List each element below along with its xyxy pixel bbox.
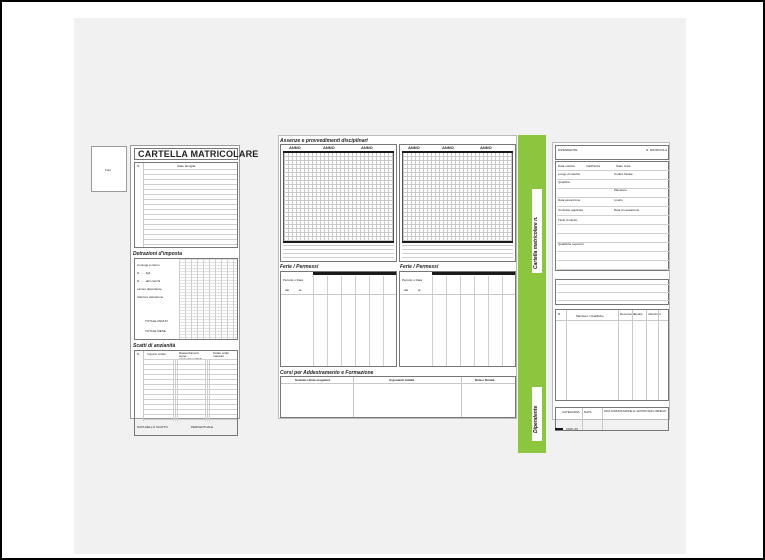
deduction-row: Ulteriore detrazione	[137, 295, 164, 299]
period-label: Periodo o Data	[402, 278, 423, 282]
seniority-col: Importo scatto	[147, 352, 167, 356]
total-annual: TOTALE ANNUO	[145, 319, 168, 323]
spine-label-top: Cartella matricolare n.	[533, 216, 539, 269]
photo-placeholder: Foto	[91, 146, 127, 192]
product-photo-background: Foto CARTELLA MATRICOLARE N. Stato famig…	[74, 18, 686, 554]
year-label: ANNO	[442, 145, 454, 150]
courses-table: Società o Ente erogatore Argomenti tratt…	[280, 376, 516, 418]
personal-label: Stato civile	[616, 164, 631, 168]
employee-box: DIPENDENTE N. MATRICOLA	[555, 145, 669, 160]
tasks-col: Livello	[634, 312, 643, 316]
leave-title-right: Ferie / Permessi	[400, 264, 439, 270]
photo-label: Foto	[105, 168, 112, 172]
green-spine: Cartella matricolare n. Dipendente	[518, 135, 546, 453]
courses-col: Argomenti trattati	[389, 378, 415, 382]
tasks-table: N. Mansioni / Qualifiche Decorrenza Live…	[555, 309, 669, 401]
family-col-label: Stato famiglia	[177, 164, 196, 168]
absence-grid-left: ANNO ANNO ANNO	[280, 144, 397, 262]
year-label: ANNO	[361, 145, 373, 150]
to-label: al	[299, 288, 302, 292]
contract-box	[555, 279, 669, 305]
deduction-row: Coniuge a carico	[137, 263, 160, 267]
left-sheet: CARTELLA MATRICOLARE N. Stato famiglia D…	[130, 145, 258, 436]
family-col-n: N.	[137, 164, 140, 168]
leave-table-right: Periodo o Data dal al	[399, 271, 516, 367]
deductions-title: Detrazioni d'imposta	[133, 251, 182, 257]
leave-table-left: Periodo o Data dal al	[280, 271, 397, 367]
employee-field: DIPENDENTE	[558, 148, 578, 152]
number-field: N. MATRICOLA	[646, 148, 668, 152]
year-label: ANNO	[408, 145, 420, 150]
tasks-col: Variazioni	[648, 312, 661, 316]
seniority-table: N. Importo scatto Riassorbimenti super-m…	[134, 350, 238, 436]
seniority-col: Totale scatti maturati	[213, 351, 229, 358]
spine-label-bottom: Dipendente	[533, 405, 539, 433]
deductions-table: Coniuge a carico N. ..... figli N. .....…	[134, 258, 238, 340]
percentage: PERCENTUALE	[191, 425, 214, 429]
courses-col: Società o Ente erogatore	[295, 378, 331, 382]
from-label: dal	[404, 288, 409, 292]
seniority-col: N.	[137, 352, 140, 356]
personal-label: Data nascita	[558, 164, 575, 168]
year-label: ANNO	[323, 145, 335, 150]
step-date: DATA DELLO SCATTO	[137, 425, 168, 429]
bottom-right-label: DATA COMUNICAZIONE AL CENTRO PER L'IMPIE…	[604, 410, 666, 413]
middle-sheet: Assenze e provvedimenti disciplinari ANN…	[278, 135, 517, 419]
right-sheet: DIPENDENTE N. MATRICOLA Data nascita Via…	[552, 142, 670, 431]
footer-code: CM/C 20	[566, 427, 578, 431]
deduction-row: N. ..... altri carichi	[137, 279, 161, 283]
courses-col: Data e Durata	[475, 378, 495, 382]
period-label: Periodo o Data	[283, 278, 304, 282]
personal-data-box: Data nascita Via/Piazza Stato civile Luo…	[555, 161, 669, 271]
bottom-mid-label: DATA	[584, 410, 592, 414]
total-monthly: TOTALE MESE	[145, 329, 166, 333]
from-label: dal	[285, 288, 290, 292]
footer-mark	[555, 428, 563, 430]
tasks-col: N.	[558, 312, 561, 316]
absence-grid-right: ANNO ANNO ANNO	[399, 144, 516, 262]
leave-title-left: Ferie / Permessi	[280, 264, 319, 270]
year-label: ANNO	[480, 145, 492, 150]
personal-label: Via/Piazza	[586, 164, 601, 168]
year-label: ANNO	[289, 145, 301, 150]
viewer-frame: Foto CARTELLA MATRICOLARE N. Stato famig…	[0, 0, 765, 560]
to-label: al	[418, 288, 421, 292]
bottom-left-label: CATEGORIA	[562, 410, 580, 414]
tasks-col: Mansioni / Qualifiche	[576, 314, 604, 318]
family-table: N. Stato famiglia	[134, 162, 238, 248]
sheet-title: CARTELLA MATRICOLARE	[138, 149, 259, 159]
seniority-title: Scatti di anzianità	[133, 343, 176, 349]
deduction-row: Lavoro dipendente	[137, 287, 162, 291]
deduction-row: N. ..... figli	[137, 271, 151, 275]
